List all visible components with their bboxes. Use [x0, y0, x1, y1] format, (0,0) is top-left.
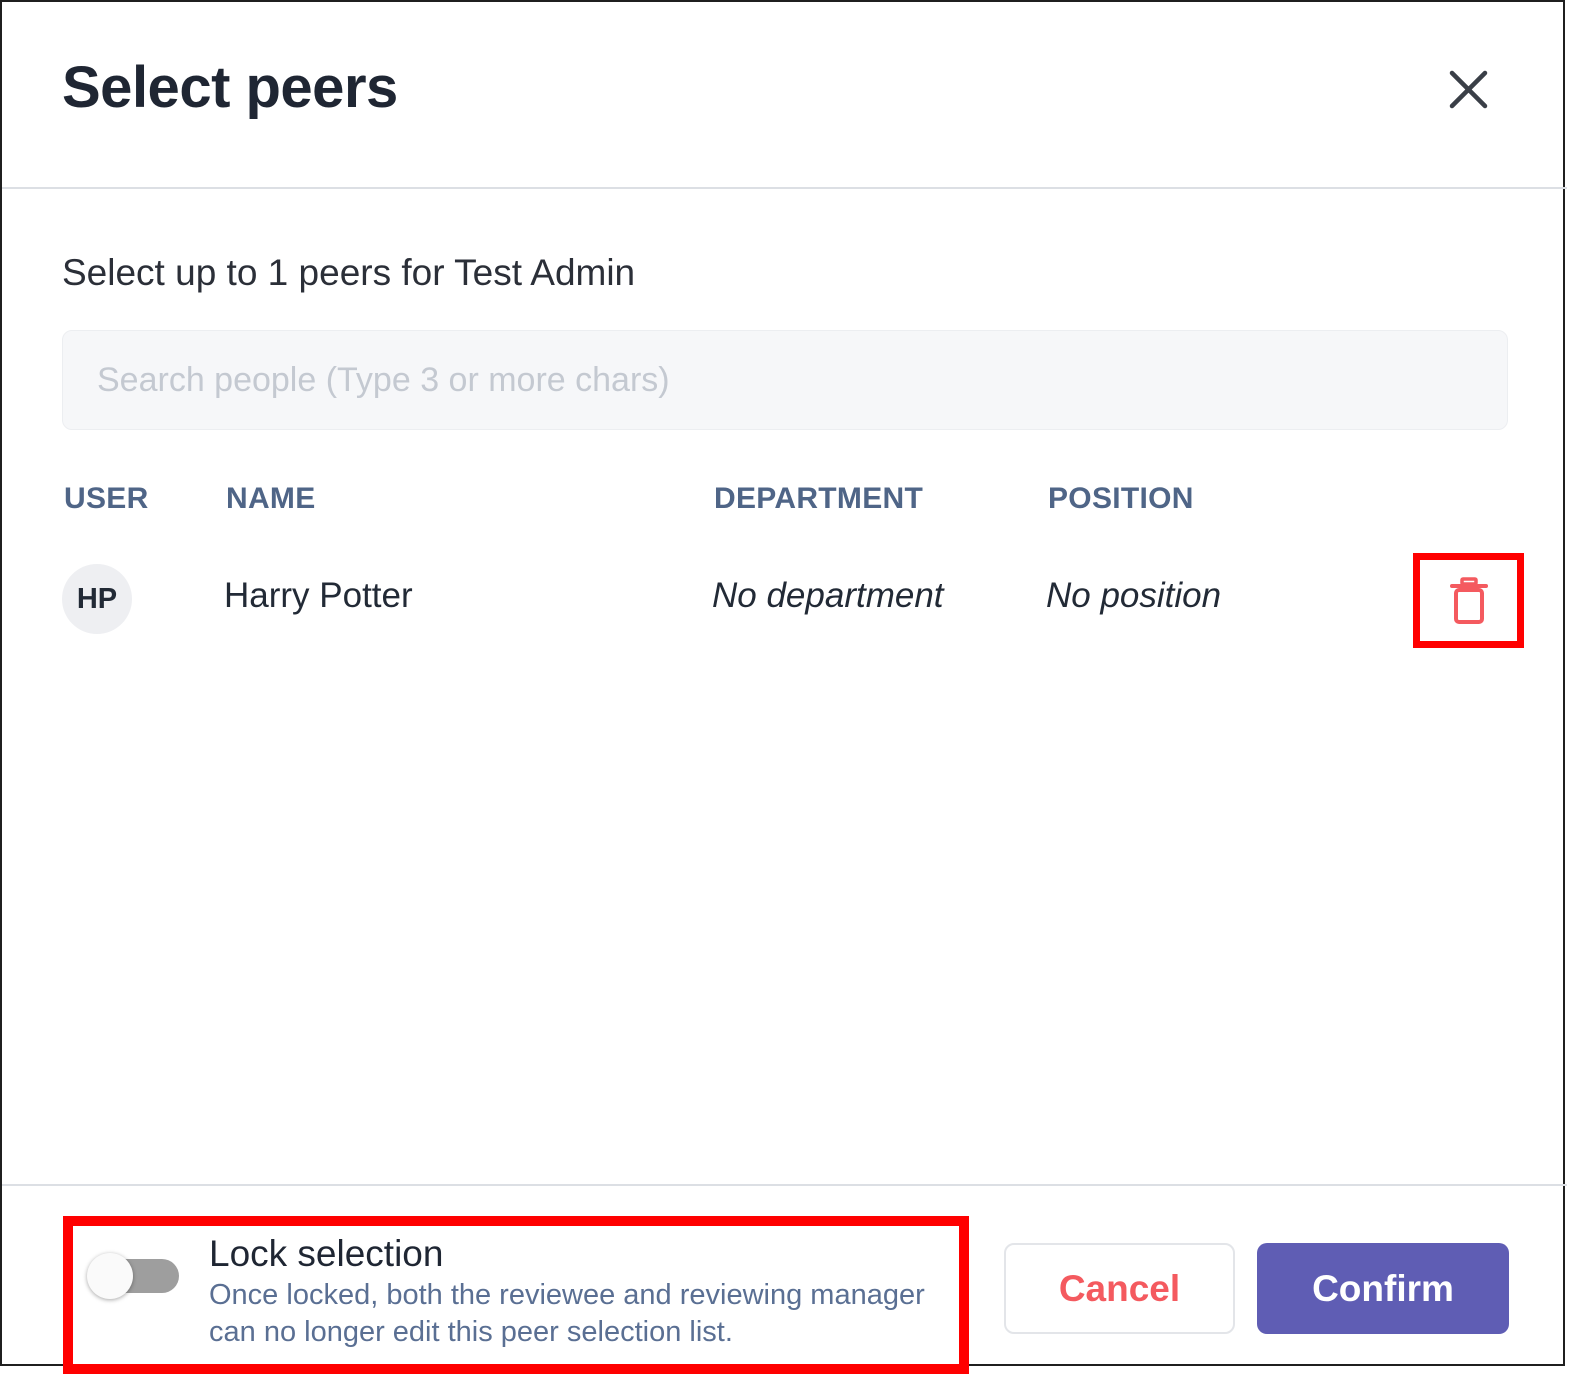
user-name: Harry Potter — [224, 576, 413, 615]
user-department: No department — [712, 576, 944, 615]
dialog-subtitle: Select up to 1 peers for Test Admin — [62, 252, 636, 293]
trash-icon — [1449, 576, 1488, 624]
column-header-user: USER — [64, 482, 149, 515]
column-header-position: POSITION — [1048, 482, 1194, 515]
cancel-button[interactable]: Cancel — [1004, 1243, 1235, 1334]
footer-divider — [2, 1184, 1567, 1186]
avatar: HP — [62, 564, 132, 634]
header-divider — [2, 187, 1567, 189]
dialog-title: Select peers — [62, 55, 398, 120]
column-header-name: NAME — [226, 482, 316, 515]
user-position: No position — [1046, 576, 1222, 615]
search-input[interactable] — [62, 330, 1508, 430]
close-button[interactable] — [1442, 64, 1494, 116]
delete-button[interactable] — [1413, 553, 1524, 648]
close-icon — [1449, 70, 1488, 109]
confirm-button[interactable]: Confirm — [1257, 1243, 1509, 1334]
lock-selection-highlight — [63, 1216, 969, 1374]
column-header-department: DEPARTMENT — [714, 482, 924, 515]
select-peers-dialog: Select peers Select up to 1 peers for Te… — [0, 0, 1567, 1366]
